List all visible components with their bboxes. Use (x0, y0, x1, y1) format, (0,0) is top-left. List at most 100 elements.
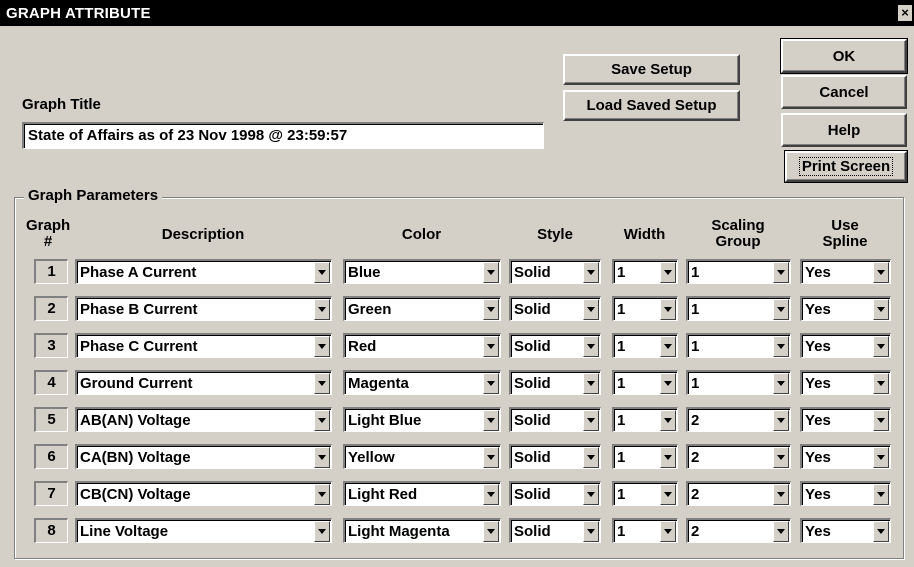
scaling-group-combo[interactable]: 2 (686, 407, 791, 432)
scaling-group-combo[interactable]: 1 (686, 333, 791, 358)
description-combo[interactable]: AB(AN) Voltage (75, 407, 332, 432)
use-spline-combo[interactable]: Yes (800, 333, 891, 358)
description-combo[interactable]: Line Voltage (75, 518, 332, 543)
color-combo[interactable]: Green (343, 296, 501, 321)
width-combo[interactable]: 1 (612, 444, 678, 469)
chevron-down-icon[interactable] (583, 410, 599, 431)
color-combo[interactable]: Light Blue (343, 407, 501, 432)
cancel-button[interactable]: Cancel (781, 75, 907, 109)
chevron-down-icon[interactable] (583, 262, 599, 283)
color-combo[interactable]: Light Red (343, 481, 501, 506)
chevron-down-icon[interactable] (873, 484, 889, 505)
style-combo[interactable]: Solid (509, 481, 601, 506)
chevron-down-icon[interactable] (873, 336, 889, 357)
width-combo[interactable]: 1 (612, 296, 678, 321)
chevron-down-icon[interactable] (314, 447, 330, 468)
width-combo[interactable]: 1 (612, 370, 678, 395)
chevron-down-icon[interactable] (314, 373, 330, 394)
style-combo[interactable]: Solid (509, 296, 601, 321)
chevron-down-icon[interactable] (773, 410, 789, 431)
description-combo[interactable]: Phase C Current (75, 333, 332, 358)
chevron-down-icon[interactable] (773, 336, 789, 357)
width-combo[interactable]: 1 (612, 259, 678, 284)
width-combo[interactable]: 1 (612, 407, 678, 432)
chevron-down-icon[interactable] (483, 410, 499, 431)
chevron-down-icon[interactable] (483, 521, 499, 542)
chevron-down-icon[interactable] (583, 447, 599, 468)
scaling-group-combo[interactable]: 1 (686, 370, 791, 395)
chevron-down-icon[interactable] (773, 262, 789, 283)
chevron-down-icon[interactable] (583, 299, 599, 320)
scaling-group-combo[interactable]: 2 (686, 481, 791, 506)
chevron-down-icon[interactable] (660, 373, 676, 394)
chevron-down-icon[interactable] (660, 299, 676, 320)
chevron-down-icon[interactable] (314, 484, 330, 505)
style-combo[interactable]: Solid (509, 333, 601, 358)
chevron-down-icon[interactable] (583, 521, 599, 542)
description-combo[interactable]: CA(BN) Voltage (75, 444, 332, 469)
chevron-down-icon[interactable] (314, 262, 330, 283)
chevron-down-icon[interactable] (873, 299, 889, 320)
chevron-down-icon[interactable] (314, 299, 330, 320)
description-combo[interactable]: Phase A Current (75, 259, 332, 284)
style-combo[interactable]: Solid (509, 370, 601, 395)
ok-button[interactable]: OK (780, 38, 908, 74)
color-combo[interactable]: Magenta (343, 370, 501, 395)
chevron-down-icon[interactable] (483, 484, 499, 505)
chevron-down-icon[interactable] (483, 336, 499, 357)
chevron-down-icon[interactable] (483, 262, 499, 283)
chevron-down-icon[interactable] (873, 262, 889, 283)
description-combo[interactable]: Phase B Current (75, 296, 332, 321)
width-combo[interactable]: 1 (612, 333, 678, 358)
chevron-down-icon[interactable] (660, 521, 676, 542)
chevron-down-icon[interactable] (660, 447, 676, 468)
chevron-down-icon[interactable] (773, 373, 789, 394)
chevron-down-icon[interactable] (483, 447, 499, 468)
chevron-down-icon[interactable] (583, 484, 599, 505)
chevron-down-icon[interactable] (583, 373, 599, 394)
color-combo[interactable]: Red (343, 333, 501, 358)
color-combo[interactable]: Yellow (343, 444, 501, 469)
scaling-group-combo[interactable]: 2 (686, 518, 791, 543)
use-spline-combo[interactable]: Yes (800, 518, 891, 543)
save-setup-button[interactable]: Save Setup (563, 54, 740, 85)
print-screen-button[interactable]: Print Screen (784, 150, 908, 183)
chevron-down-icon[interactable] (773, 521, 789, 542)
use-spline-combo[interactable]: Yes (800, 370, 891, 395)
chevron-down-icon[interactable] (773, 447, 789, 468)
chevron-down-icon[interactable] (314, 336, 330, 357)
style-combo[interactable]: Solid (509, 259, 601, 284)
scaling-group-combo[interactable]: 1 (686, 296, 791, 321)
chevron-down-icon[interactable] (873, 410, 889, 431)
chevron-down-icon[interactable] (873, 521, 889, 542)
chevron-down-icon[interactable] (773, 299, 789, 320)
chevron-down-icon[interactable] (660, 262, 676, 283)
chevron-down-icon[interactable] (483, 299, 499, 320)
chevron-down-icon[interactable] (583, 336, 599, 357)
description-combo[interactable]: Ground Current (75, 370, 332, 395)
help-button[interactable]: Help (781, 113, 907, 147)
chevron-down-icon[interactable] (483, 373, 499, 394)
color-combo[interactable]: Blue (343, 259, 501, 284)
chevron-down-icon[interactable] (314, 521, 330, 542)
use-spline-combo[interactable]: Yes (800, 259, 891, 284)
style-combo[interactable]: Solid (509, 407, 601, 432)
chevron-down-icon[interactable] (773, 484, 789, 505)
chevron-down-icon[interactable] (314, 410, 330, 431)
close-icon[interactable]: × (898, 5, 912, 21)
description-combo[interactable]: CB(CN) Voltage (75, 481, 332, 506)
use-spline-combo[interactable]: Yes (800, 481, 891, 506)
scaling-group-combo[interactable]: 1 (686, 259, 791, 284)
use-spline-combo[interactable]: Yes (800, 444, 891, 469)
chevron-down-icon[interactable] (873, 373, 889, 394)
color-combo[interactable]: Light Magenta (343, 518, 501, 543)
scaling-group-combo[interactable]: 2 (686, 444, 791, 469)
chevron-down-icon[interactable] (660, 484, 676, 505)
style-combo[interactable]: Solid (509, 444, 601, 469)
load-saved-setup-button[interactable]: Load Saved Setup (563, 90, 740, 121)
width-combo[interactable]: 1 (612, 518, 678, 543)
use-spline-combo[interactable]: Yes (800, 296, 891, 321)
style-combo[interactable]: Solid (509, 518, 601, 543)
use-spline-combo[interactable]: Yes (800, 407, 891, 432)
width-combo[interactable]: 1 (612, 481, 678, 506)
